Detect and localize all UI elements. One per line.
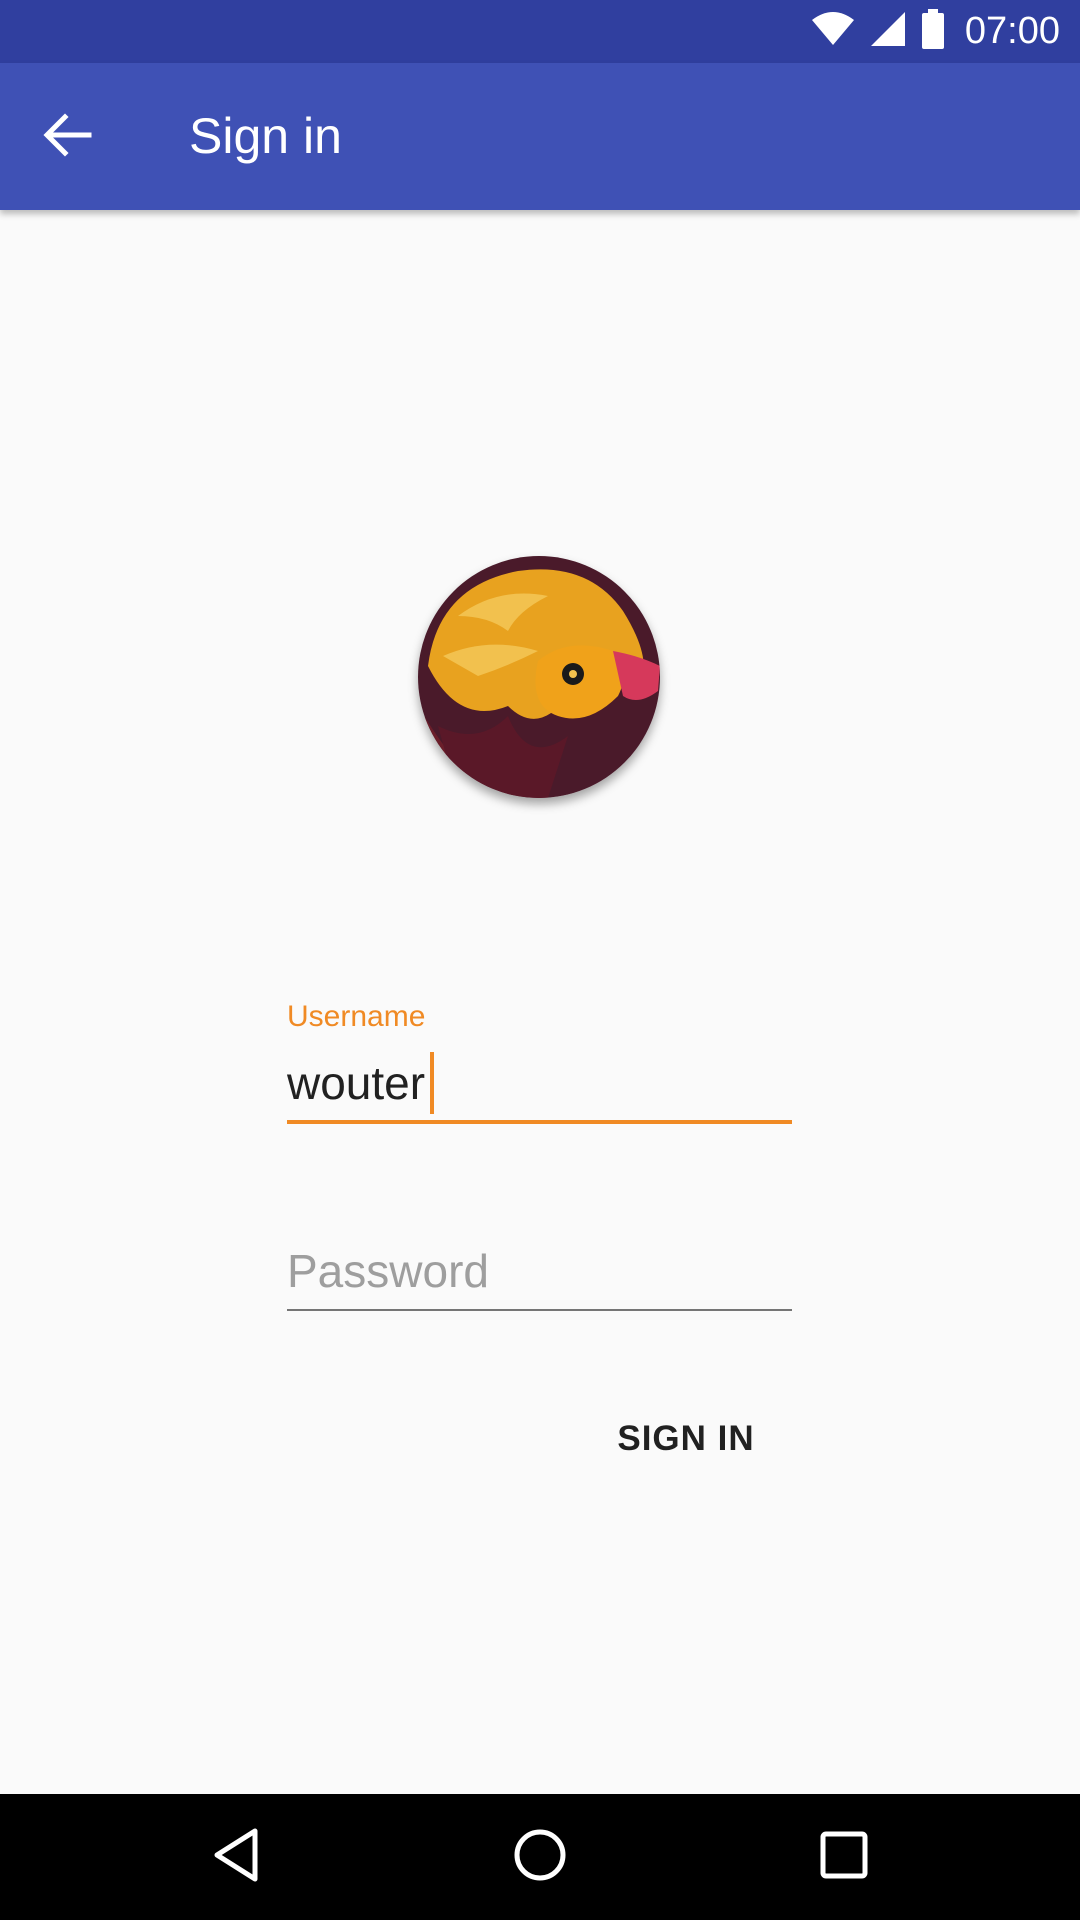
recents-square-icon [819, 1830, 869, 1885]
back-triangle-icon [211, 1827, 261, 1888]
username-label: Username [287, 1000, 426, 1033]
username-field: Username [287, 1000, 792, 1130]
sign-in-screen: 07:00 Sign in Username wouter SIGN IN [0, 0, 1080, 1920]
username-input[interactable] [287, 1052, 792, 1114]
app-bar: Sign in [0, 63, 1080, 210]
password-underline [287, 1309, 792, 1311]
password-field [287, 1240, 792, 1312]
nav-recents-button[interactable] [804, 1817, 884, 1897]
home-circle-icon [512, 1827, 568, 1888]
text-caret [430, 1052, 434, 1114]
avatar [418, 556, 660, 798]
nav-home-button[interactable] [500, 1817, 580, 1897]
status-time: 07:00 [964, 10, 1060, 52]
arrow-back-icon [43, 112, 93, 162]
password-input[interactable] [287, 1240, 792, 1302]
page-title: Sign in [189, 108, 342, 164]
nav-back-button[interactable] [196, 1817, 276, 1897]
signal-icon [869, 10, 907, 53]
back-button[interactable] [30, 99, 106, 175]
status-bar: 07:00 [0, 0, 1080, 63]
username-underline [287, 1120, 792, 1124]
battery-icon [921, 9, 945, 54]
wifi-icon [811, 12, 855, 51]
bird-avatar-icon [418, 556, 660, 798]
navigation-bar [0, 1794, 1080, 1920]
status-icons: 07:00 [811, 0, 1060, 63]
sign-in-button[interactable]: SIGN IN [600, 1400, 772, 1478]
